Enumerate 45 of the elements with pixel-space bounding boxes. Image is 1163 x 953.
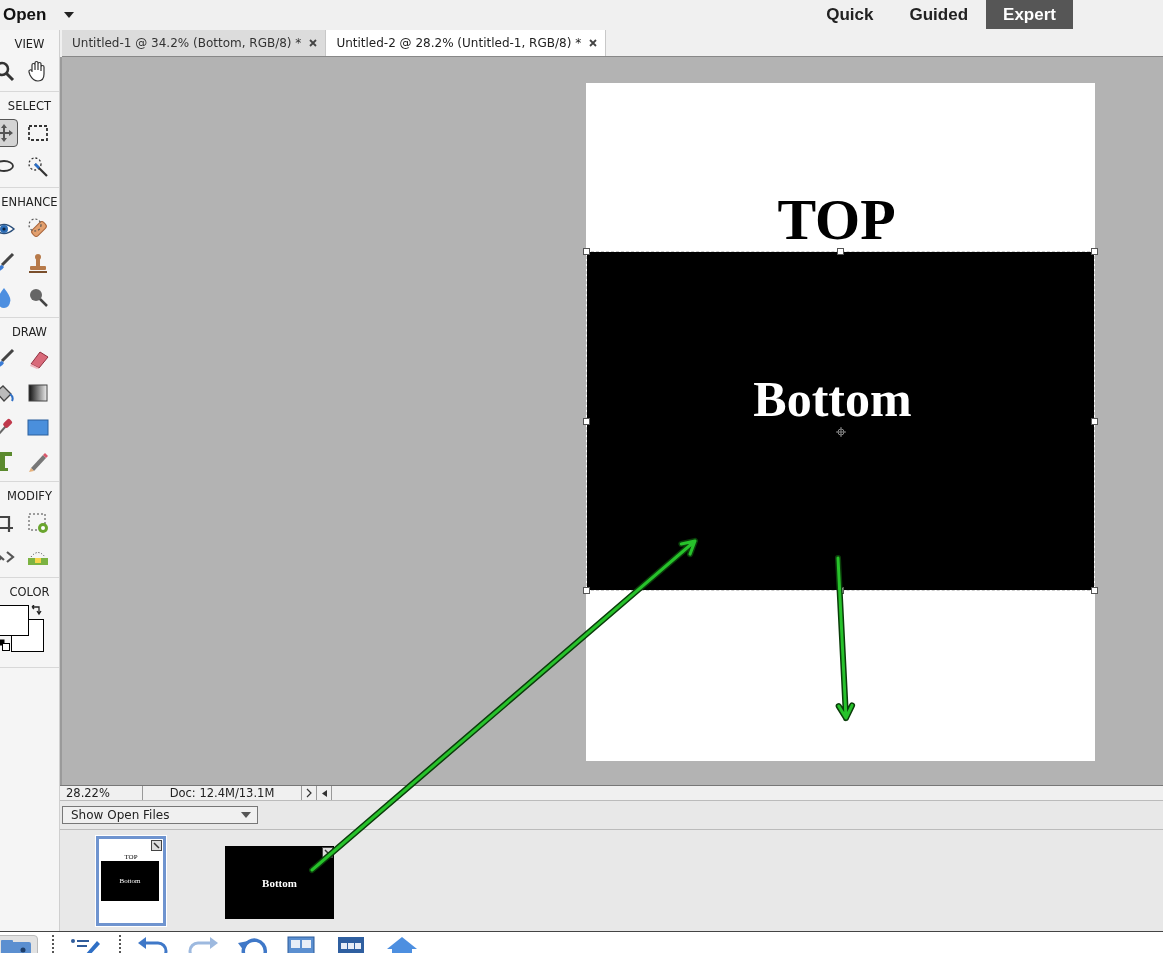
- document-tab[interactable]: Untitled-2 @ 28.2% (Untitled-1, RGB/8) *: [326, 30, 607, 56]
- section-label: MODIFY: [6, 489, 53, 505]
- mode-tab[interactable]: Quick: [808, 0, 892, 29]
- document-tab[interactable]: Untitled-1 @ 34.2% (Bottom, RGB/8) *: [62, 30, 327, 56]
- stamp-icon: [27, 252, 49, 274]
- close-icon[interactable]: [309, 39, 318, 47]
- mode-tab[interactable]: Guided: [891, 0, 987, 29]
- document-size: Doc: 12.4M/13.1M: [143, 786, 302, 800]
- section-label: VIEW: [13, 37, 46, 53]
- section-label: DRAW: [11, 325, 48, 341]
- caret-icon: [241, 812, 251, 818]
- magnifier-icon: [27, 286, 49, 308]
- transform-handle[interactable]: [1091, 248, 1098, 255]
- zoom-level: 28.22%: [60, 786, 143, 800]
- section-label: SELECT: [6, 99, 53, 115]
- pencil-icon: [27, 450, 49, 472]
- open-menu[interactable]: Open: [0, 5, 75, 25]
- recompose-icon: [27, 512, 49, 534]
- thumbnail-layer-text: Bottom: [262, 876, 297, 889]
- transform-handle[interactable]: [583, 587, 590, 594]
- file-status-icon: [151, 840, 162, 851]
- section-label: COLOR: [8, 585, 51, 601]
- section-label: ENHANCE: [0, 195, 59, 211]
- transform-handle[interactable]: [1091, 418, 1098, 425]
- transform-handle[interactable]: [583, 248, 590, 255]
- show-files-dropdown[interactable]: Show Open Files: [62, 806, 258, 824]
- close-icon[interactable]: [589, 39, 598, 47]
- caret-icon: [64, 12, 75, 18]
- file-thumbnail[interactable]: Bottom: [222, 843, 337, 922]
- gradient-icon: [27, 382, 49, 404]
- color-swatches-drawing[interactable]: [0, 605, 46, 655]
- mode-tab[interactable]: Expert: [986, 0, 1073, 29]
- bottom-text: Bottom: [753, 374, 912, 424]
- top-text: TOP: [777, 191, 896, 249]
- chevron-right-icon: [306, 788, 312, 798]
- swap-colors-icon: [30, 605, 42, 617]
- transform-handle[interactable]: [837, 248, 844, 255]
- magic-wand-icon: [27, 156, 49, 178]
- pivot-icon: [836, 427, 846, 437]
- transform-handle[interactable]: [583, 418, 590, 425]
- marquee-icon: [27, 122, 49, 144]
- rectangle-shape-icon: [27, 416, 49, 438]
- file-status-icon: [322, 847, 333, 858]
- transform-handle[interactable]: [1091, 587, 1098, 594]
- triangle-left-icon: [321, 789, 327, 797]
